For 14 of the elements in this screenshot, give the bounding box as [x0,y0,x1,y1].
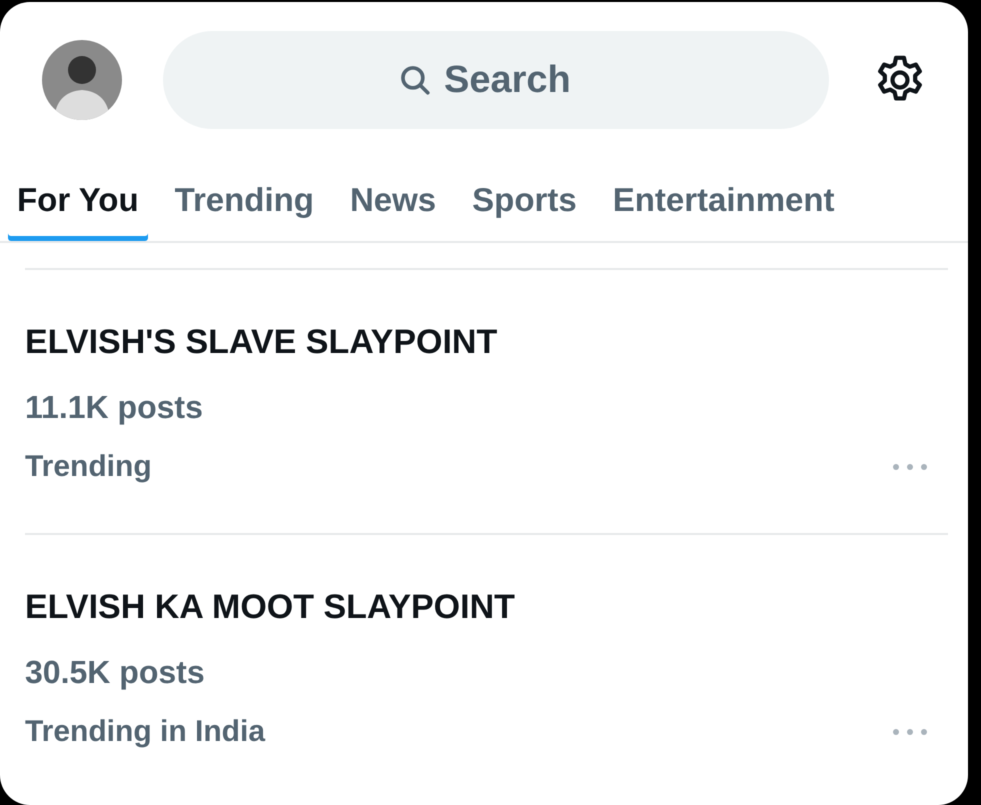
tab[interactable]: For You [8,181,148,241]
tab[interactable]: News [340,181,446,241]
post-count: 30.5K posts [25,653,206,692]
trend-title: ELVISH'S SLAVE SLAYPOINT [25,322,498,362]
search-bar[interactable]: Search [163,31,829,129]
post-count: 11.1K posts [25,388,204,427]
search-field[interactable]: Search [444,58,594,102]
tab[interactable]: Entertainment [604,181,844,241]
search-icon [398,63,432,97]
tab[interactable]: Trending [166,181,323,241]
trend-category: Trending in India [25,714,265,750]
tab[interactable]: Sports [463,181,586,241]
trend-title: ELVISH KA MOOT SLAYPOINT [25,587,516,627]
trend-category: Trending [25,449,152,485]
